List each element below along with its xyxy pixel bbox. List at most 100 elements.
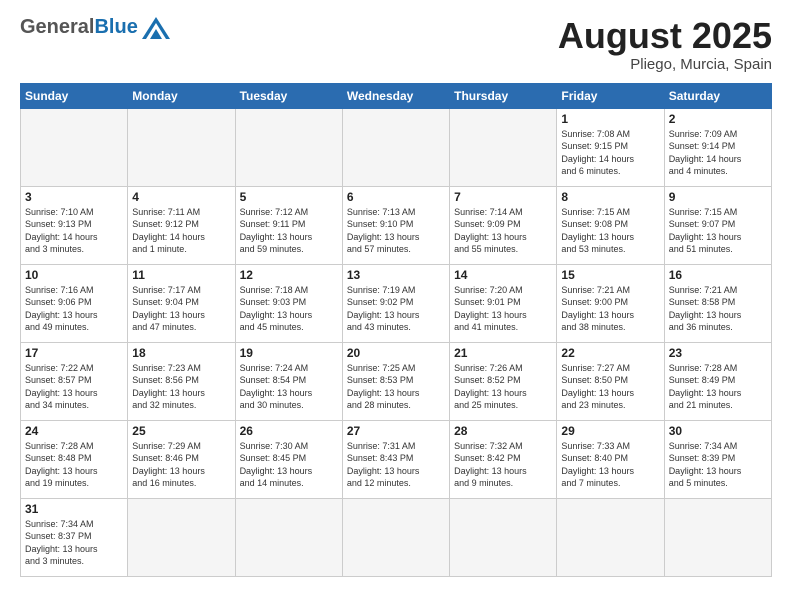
day-17: 17 Sunrise: 7:22 AMSunset: 8:57 PMDaylig… (21, 342, 128, 420)
day-4: 4 Sunrise: 7:11 AMSunset: 9:12 PMDayligh… (128, 186, 235, 264)
day-number-20: 20 (347, 346, 445, 360)
day-info-28: Sunrise: 7:32 AMSunset: 8:42 PMDaylight:… (454, 440, 552, 490)
logo-icon (142, 17, 170, 39)
day-info-17: Sunrise: 7:22 AMSunset: 8:57 PMDaylight:… (25, 362, 123, 412)
day-empty-aug33 (235, 498, 342, 576)
day-29: 29 Sunrise: 7:33 AMSunset: 8:40 PMDaylig… (557, 420, 664, 498)
day-info-5: Sunrise: 7:12 AMSunset: 9:11 PMDaylight:… (240, 206, 338, 256)
day-info-29: Sunrise: 7:33 AMSunset: 8:40 PMDaylight:… (561, 440, 659, 490)
day-info-22: Sunrise: 7:27 AMSunset: 8:50 PMDaylight:… (561, 362, 659, 412)
week-row-3: 10 Sunrise: 7:16 AMSunset: 9:06 PMDaylig… (21, 264, 772, 342)
day-number-15: 15 (561, 268, 659, 282)
day-info-31: Sunrise: 7:34 AMSunset: 8:37 PMDaylight:… (25, 518, 123, 568)
location-title: Pliego, Murcia, Spain (558, 56, 772, 73)
header-friday: Friday (557, 83, 664, 108)
header-wednesday: Wednesday (342, 83, 449, 108)
month-title: August 2025 (558, 16, 772, 56)
day-number-29: 29 (561, 424, 659, 438)
day-number-24: 24 (25, 424, 123, 438)
day-number-25: 25 (132, 424, 230, 438)
day-7: 7 Sunrise: 7:14 AMSunset: 9:09 PMDayligh… (450, 186, 557, 264)
day-info-1: Sunrise: 7:08 AMSunset: 9:15 PMDaylight:… (561, 128, 659, 178)
day-number-22: 22 (561, 346, 659, 360)
day-6: 6 Sunrise: 7:13 AMSunset: 9:10 PMDayligh… (342, 186, 449, 264)
page: General Blue August 2025 Pliego, Murcia,… (0, 0, 792, 587)
day-info-4: Sunrise: 7:11 AMSunset: 9:12 PMDaylight:… (132, 206, 230, 256)
header: General Blue August 2025 Pliego, Murcia,… (20, 16, 772, 73)
day-11: 11 Sunrise: 7:17 AMSunset: 9:04 PMDaylig… (128, 264, 235, 342)
day-number-8: 8 (561, 190, 659, 204)
day-14: 14 Sunrise: 7:20 AMSunset: 9:01 PMDaylig… (450, 264, 557, 342)
week-row-2: 3 Sunrise: 7:10 AMSunset: 9:13 PMDayligh… (21, 186, 772, 264)
day-info-20: Sunrise: 7:25 AMSunset: 8:53 PMDaylight:… (347, 362, 445, 412)
day-number-21: 21 (454, 346, 552, 360)
day-30: 30 Sunrise: 7:34 AMSunset: 8:39 PMDaylig… (664, 420, 771, 498)
day-22: 22 Sunrise: 7:27 AMSunset: 8:50 PMDaylig… (557, 342, 664, 420)
day-empty-aug36 (557, 498, 664, 576)
day-info-11: Sunrise: 7:17 AMSunset: 9:04 PMDaylight:… (132, 284, 230, 334)
logo: General Blue (20, 16, 170, 39)
day-empty-aug37 (664, 498, 771, 576)
day-info-18: Sunrise: 7:23 AMSunset: 8:56 PMDaylight:… (132, 362, 230, 412)
day-info-2: Sunrise: 7:09 AMSunset: 9:14 PMDaylight:… (669, 128, 767, 178)
day-number-2: 2 (669, 112, 767, 126)
day-number-30: 30 (669, 424, 767, 438)
day-23: 23 Sunrise: 7:28 AMSunset: 8:49 PMDaylig… (664, 342, 771, 420)
day-number-17: 17 (25, 346, 123, 360)
day-number-7: 7 (454, 190, 552, 204)
day-empty-3 (235, 108, 342, 186)
title-area: August 2025 Pliego, Murcia, Spain (558, 16, 772, 73)
day-number-31: 31 (25, 502, 123, 516)
day-number-14: 14 (454, 268, 552, 282)
day-empty-aug35 (450, 498, 557, 576)
day-26: 26 Sunrise: 7:30 AMSunset: 8:45 PMDaylig… (235, 420, 342, 498)
header-tuesday: Tuesday (235, 83, 342, 108)
week-row-5: 24 Sunrise: 7:28 AMSunset: 8:48 PMDaylig… (21, 420, 772, 498)
day-number-4: 4 (132, 190, 230, 204)
day-number-6: 6 (347, 190, 445, 204)
day-info-10: Sunrise: 7:16 AMSunset: 9:06 PMDaylight:… (25, 284, 123, 334)
day-empty-aug34 (342, 498, 449, 576)
day-info-21: Sunrise: 7:26 AMSunset: 8:52 PMDaylight:… (454, 362, 552, 412)
day-20: 20 Sunrise: 7:25 AMSunset: 8:53 PMDaylig… (342, 342, 449, 420)
day-info-13: Sunrise: 7:19 AMSunset: 9:02 PMDaylight:… (347, 284, 445, 334)
day-empty-aug32 (128, 498, 235, 576)
day-9: 9 Sunrise: 7:15 AMSunset: 9:07 PMDayligh… (664, 186, 771, 264)
day-3: 3 Sunrise: 7:10 AMSunset: 9:13 PMDayligh… (21, 186, 128, 264)
day-12: 12 Sunrise: 7:18 AMSunset: 9:03 PMDaylig… (235, 264, 342, 342)
day-info-3: Sunrise: 7:10 AMSunset: 9:13 PMDaylight:… (25, 206, 123, 256)
day-number-18: 18 (132, 346, 230, 360)
day-info-9: Sunrise: 7:15 AMSunset: 9:07 PMDaylight:… (669, 206, 767, 256)
day-28: 28 Sunrise: 7:32 AMSunset: 8:42 PMDaylig… (450, 420, 557, 498)
day-24: 24 Sunrise: 7:28 AMSunset: 8:48 PMDaylig… (21, 420, 128, 498)
day-16: 16 Sunrise: 7:21 AMSunset: 8:58 PMDaylig… (664, 264, 771, 342)
day-info-12: Sunrise: 7:18 AMSunset: 9:03 PMDaylight:… (240, 284, 338, 334)
day-5: 5 Sunrise: 7:12 AMSunset: 9:11 PMDayligh… (235, 186, 342, 264)
day-number-27: 27 (347, 424, 445, 438)
day-info-7: Sunrise: 7:14 AMSunset: 9:09 PMDaylight:… (454, 206, 552, 256)
day-number-9: 9 (669, 190, 767, 204)
day-info-24: Sunrise: 7:28 AMSunset: 8:48 PMDaylight:… (25, 440, 123, 490)
weekday-header-row: Sunday Monday Tuesday Wednesday Thursday… (21, 83, 772, 108)
logo-area: General Blue (20, 16, 170, 39)
day-18: 18 Sunrise: 7:23 AMSunset: 8:56 PMDaylig… (128, 342, 235, 420)
day-10: 10 Sunrise: 7:16 AMSunset: 9:06 PMDaylig… (21, 264, 128, 342)
logo-general-text: General (20, 16, 94, 39)
day-empty-2 (128, 108, 235, 186)
day-empty-1 (21, 108, 128, 186)
day-info-23: Sunrise: 7:28 AMSunset: 8:49 PMDaylight:… (669, 362, 767, 412)
header-monday: Monday (128, 83, 235, 108)
day-info-30: Sunrise: 7:34 AMSunset: 8:39 PMDaylight:… (669, 440, 767, 490)
day-number-19: 19 (240, 346, 338, 360)
day-info-14: Sunrise: 7:20 AMSunset: 9:01 PMDaylight:… (454, 284, 552, 334)
day-info-6: Sunrise: 7:13 AMSunset: 9:10 PMDaylight:… (347, 206, 445, 256)
day-number-10: 10 (25, 268, 123, 282)
day-19: 19 Sunrise: 7:24 AMSunset: 8:54 PMDaylig… (235, 342, 342, 420)
day-13: 13 Sunrise: 7:19 AMSunset: 9:02 PMDaylig… (342, 264, 449, 342)
day-number-23: 23 (669, 346, 767, 360)
day-number-28: 28 (454, 424, 552, 438)
day-empty-4 (342, 108, 449, 186)
day-25: 25 Sunrise: 7:29 AMSunset: 8:46 PMDaylig… (128, 420, 235, 498)
day-number-26: 26 (240, 424, 338, 438)
day-1: 1 Sunrise: 7:08 AMSunset: 9:15 PMDayligh… (557, 108, 664, 186)
